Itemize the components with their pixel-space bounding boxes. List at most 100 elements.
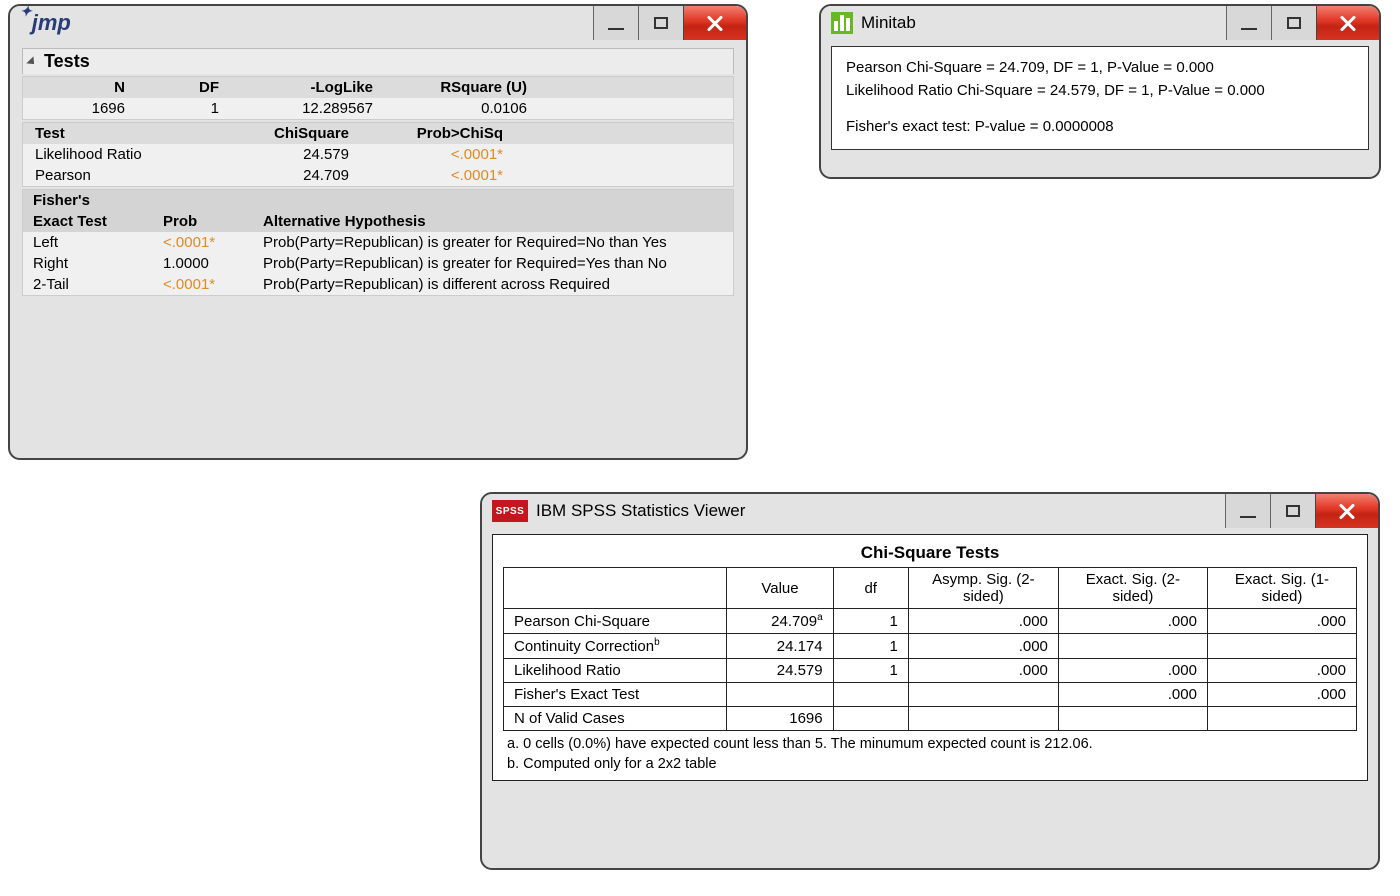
jmp-logo: ✦jmp [20, 10, 71, 36]
table-row: Pearson Chi-Square24.709a1.000.000.000 [504, 609, 1357, 634]
spss-col-header: df [833, 568, 908, 609]
table-row: Right1.0000Prob(Party=Republican) is gre… [23, 253, 733, 274]
table-row: Left<.0001*Prob(Party=Republican) is gre… [23, 232, 733, 253]
row-value: 24.579 [727, 659, 833, 683]
spss-col-header [504, 568, 727, 609]
fisher-side: Right [23, 253, 153, 274]
col-chisq: ChiSquare [217, 123, 361, 144]
row-ex2: .000 [1058, 659, 1207, 683]
row-value: 1696 [727, 707, 833, 731]
fisher-side: 2-Tail [23, 274, 153, 295]
row-asymp [908, 707, 1058, 731]
fisher-line: Fisher's exact test: P-value = 0.0000008 [846, 116, 1354, 139]
fisher-alt: Prob(Party=Republican) is different acro… [253, 274, 733, 295]
jmp-window: ✦jmp Tests N DF -LogLike RSquare (U) [8, 4, 748, 460]
window-controls [1225, 494, 1378, 528]
lr-line: Likelihood Ratio Chi-Square = 24.579, DF… [846, 80, 1354, 103]
spss-col-header: Value [727, 568, 833, 609]
row-asymp: .000 [908, 609, 1058, 634]
row-df: 1 [833, 609, 908, 634]
fisher-prob: 1.0000 [153, 253, 253, 274]
row-df [833, 683, 908, 707]
window-controls [1226, 6, 1379, 40]
fisher-side: Left [23, 232, 153, 253]
row-value: 24.709a [727, 609, 833, 634]
row-value [727, 683, 833, 707]
col-test: Test [23, 123, 217, 144]
jmp-titlebar: ✦jmp [10, 6, 746, 40]
table-row: N of Valid Cases1696 [504, 707, 1357, 731]
row-label: Pearson Chi-Square [504, 609, 727, 634]
fisher-prob: <.0001* [153, 274, 253, 295]
summary-table: N DF -LogLike RSquare (U) 1696 1 12.2895… [23, 77, 733, 119]
col-probchisq: Prob>ChiSq [361, 123, 515, 144]
spss-col-header: Asymp. Sig. (2-sided) [908, 568, 1058, 609]
row-label: Fisher's Exact Test [504, 683, 727, 707]
row-ex2 [1058, 634, 1207, 659]
spss-col-header: Exact. Sig. (2-sided) [1058, 568, 1207, 609]
row-df: 1 [833, 659, 908, 683]
spss-titlebar: SPSS IBM SPSS Statistics Viewer [482, 494, 1378, 528]
row-label: Likelihood Ratio [504, 659, 727, 683]
summary-row: 1696 1 12.289567 0.0106 [23, 98, 733, 119]
spss-col-header: Exact. Sig. (1-sided) [1207, 568, 1356, 609]
disclose-icon[interactable] [26, 57, 37, 68]
window-controls [593, 6, 746, 40]
close-button[interactable] [1316, 6, 1379, 40]
minimize-button[interactable] [593, 6, 638, 40]
close-button[interactable] [1315, 494, 1378, 528]
spss-title: IBM SPSS Statistics Viewer [536, 501, 745, 521]
chisq-table: Test ChiSquare Prob>ChiSq Likelihood Rat… [23, 123, 733, 186]
row-ex1 [1207, 634, 1356, 659]
row-asymp [908, 683, 1058, 707]
table-row: Likelihood Ratio24.579<.0001* [23, 144, 733, 165]
row-value: 24.174 [727, 634, 833, 659]
col-prob: Prob [153, 211, 253, 232]
fisher-alt: Prob(Party=Republican) is greater for Re… [253, 253, 733, 274]
col-df: DF [137, 77, 231, 98]
col-n: N [23, 77, 137, 98]
footnote-a: a. 0 cells (0.0%) have expected count le… [507, 735, 1353, 755]
pearson-line: Pearson Chi-Square = 24.709, DF = 1, P-V… [846, 57, 1354, 80]
fisher-table: Fisher's Exact Test Prob Alternative Hyp… [23, 190, 733, 295]
table-row: Continuity Correctionb24.1741.000 [504, 634, 1357, 659]
row-ex1: .000 [1207, 683, 1356, 707]
close-button[interactable] [683, 6, 746, 40]
col-rsquare: RSquare (U) [385, 77, 539, 98]
maximize-button[interactable] [1270, 494, 1315, 528]
test-name: Likelihood Ratio [23, 144, 217, 165]
table-row: Fisher's Exact Test .000.000 [504, 683, 1357, 707]
tests-section-header[interactable]: Tests [22, 48, 734, 74]
row-asymp: .000 [908, 659, 1058, 683]
col-althyp: Alternative Hypothesis [253, 211, 733, 232]
row-ex2: .000 [1058, 609, 1207, 634]
row-ex2 [1058, 707, 1207, 731]
test-chisq: 24.709 [217, 165, 361, 186]
fisher-hdr2: Exact Test [23, 211, 153, 232]
maximize-button[interactable] [638, 6, 683, 40]
spss-icon: SPSS [492, 500, 528, 522]
minitab-window: Minitab Pearson Chi-Square = 24.709, DF … [819, 4, 1381, 179]
spss-window: SPSS IBM SPSS Statistics Viewer Chi-Squa… [480, 492, 1380, 870]
minimize-button[interactable] [1226, 6, 1271, 40]
tests-label: Tests [44, 51, 90, 71]
row-df [833, 707, 908, 731]
row-asymp: .000 [908, 634, 1058, 659]
minitab-output: Pearson Chi-Square = 24.709, DF = 1, P-V… [831, 46, 1369, 150]
maximize-button[interactable] [1271, 6, 1316, 40]
spss-grid-title: Chi-Square Tests [503, 543, 1357, 563]
table-row: Pearson24.709<.0001* [23, 165, 733, 186]
test-prob: <.0001* [361, 165, 515, 186]
test-prob: <.0001* [361, 144, 515, 165]
table-row: Likelihood Ratio24.5791.000.000.000 [504, 659, 1357, 683]
row-ex2: .000 [1058, 683, 1207, 707]
row-label: N of Valid Cases [504, 707, 727, 731]
table-row: 2-Tail<.0001*Prob(Party=Republican) is d… [23, 274, 733, 295]
spss-table: ValuedfAsymp. Sig. (2-sided)Exact. Sig. … [503, 567, 1357, 731]
minitab-icon [831, 12, 853, 34]
fisher-alt: Prob(Party=Republican) is greater for Re… [253, 232, 733, 253]
minimize-button[interactable] [1225, 494, 1270, 528]
col-loglike: -LogLike [231, 77, 385, 98]
test-chisq: 24.579 [217, 144, 361, 165]
footnote-b: b. Computed only for a 2x2 table [507, 755, 1353, 775]
